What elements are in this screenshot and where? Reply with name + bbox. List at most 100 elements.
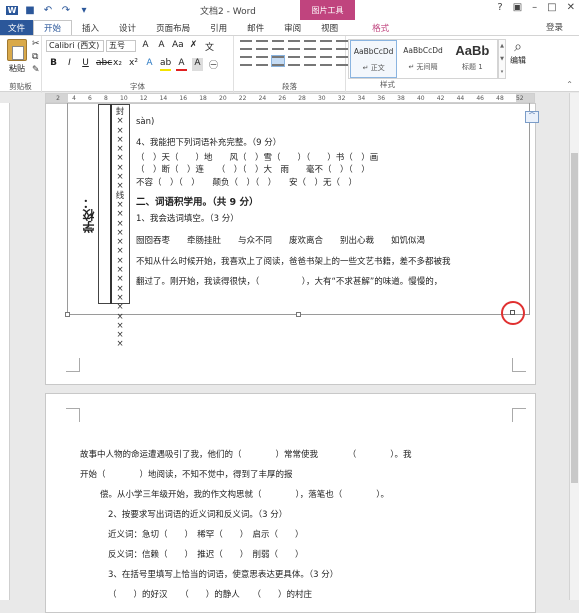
tab-format[interactable]: 格式 bbox=[362, 20, 399, 35]
tab-page-layout[interactable]: 页面布局 bbox=[146, 20, 200, 35]
enclose-char-icon[interactable]: ㊀ bbox=[208, 58, 219, 71]
ruler-tick: 16 bbox=[179, 95, 188, 102]
numbering-icon[interactable] bbox=[256, 40, 268, 50]
ruler-tick: 36 bbox=[377, 95, 386, 102]
ruler-tick: 48 bbox=[496, 95, 504, 102]
p2-line-3: 偿。从小学三年级开始，我的作文构思就（ ），落笔也（ ）。 bbox=[100, 490, 390, 500]
resize-handle-bottom[interactable] bbox=[296, 312, 301, 317]
redo-icon[interactable]: ↷ bbox=[60, 5, 72, 16]
grow-font-icon[interactable]: A bbox=[140, 40, 151, 53]
ruler-tick: 14 bbox=[159, 95, 168, 102]
tab-design[interactable]: 设计 bbox=[109, 20, 146, 35]
italic-icon[interactable]: I bbox=[64, 58, 75, 71]
vertical-ruler[interactable] bbox=[0, 103, 10, 600]
tab-references[interactable]: 引用 bbox=[200, 20, 237, 35]
justify-icon[interactable] bbox=[271, 55, 285, 67]
distribute-icon[interactable] bbox=[304, 56, 316, 66]
p2-line-1: 故事中人物的命运遭遇吸引了我，他们的（ ）常常使我 （ ）。我 bbox=[80, 450, 412, 460]
paste-button[interactable]: 粘贴 bbox=[4, 39, 30, 74]
superscript-icon[interactable]: x² bbox=[128, 58, 139, 71]
shrink-font-icon[interactable]: A bbox=[156, 40, 167, 53]
bold-icon[interactable]: B bbox=[48, 58, 59, 71]
highlight-icon[interactable]: ab bbox=[160, 58, 171, 71]
font-size-combo[interactable]: 五号 bbox=[106, 40, 136, 52]
style-no-spacing[interactable]: AaBbCcDd ↵ 无间隔 bbox=[399, 40, 446, 78]
tab-file[interactable]: 文件 bbox=[0, 20, 34, 35]
window-controls: ? ▣ – □ ✕ bbox=[497, 2, 575, 13]
cut-icon[interactable]: ✂ bbox=[32, 39, 40, 49]
corner-resize-handle[interactable] bbox=[510, 310, 515, 315]
ruler-tick: 8 bbox=[104, 95, 108, 102]
layout-options-button[interactable]: ⌒ bbox=[525, 111, 539, 123]
multilevel-list-icon[interactable] bbox=[272, 40, 284, 50]
section-2-heading: 二、词语积学用。（共 9 分） bbox=[136, 197, 259, 208]
style-normal-preview: AaBbCcDd bbox=[353, 47, 394, 56]
tab-review[interactable]: 审阅 bbox=[274, 20, 311, 35]
idiom-list: 囫囵吞枣 牵肠挂肚 与众不同 废欢离合 别出心裁 如饥似渴 bbox=[136, 236, 426, 246]
tab-insert[interactable]: 插入 bbox=[72, 20, 109, 35]
vertical-scrollbar[interactable] bbox=[569, 93, 579, 600]
bullets-icon[interactable] bbox=[240, 40, 252, 50]
ruler-tick: 6 bbox=[88, 95, 92, 102]
font-color-icon[interactable]: A bbox=[176, 58, 187, 71]
style-heading1-name: 标题 1 bbox=[462, 63, 483, 71]
style-heading1-preview: AaBb bbox=[455, 43, 490, 58]
q4-row-2: （ ）断（ ）连 （ ）（ ）大 雨 毫不（ ）（ ） bbox=[136, 165, 370, 175]
synonyms-row: 近义词：急切（ ） 稀罕（ ） 启示（ ） bbox=[108, 530, 304, 540]
ribbon-tabs: 文件 开始 插入 设计 页面布局 引用 邮件 审阅 视图 格式 登录 bbox=[0, 20, 579, 35]
minimize-icon[interactable]: – bbox=[532, 2, 537, 13]
ruler-tick: 4 bbox=[72, 95, 76, 102]
style-no-spacing-preview: AaBbCcDd bbox=[403, 46, 443, 55]
align-left-icon[interactable] bbox=[240, 56, 252, 66]
subscript-icon[interactable]: x₂ bbox=[112, 58, 123, 71]
resize-handle-bl[interactable] bbox=[65, 312, 70, 317]
clear-format-icon[interactable]: ✗ bbox=[188, 40, 199, 53]
font-group: Calibri (西文) 五号 A A Aa ✗ 文 B I U abc x₂ … bbox=[42, 36, 234, 93]
customize-qat-icon[interactable]: ▾ bbox=[78, 5, 90, 16]
ruler-tick: 46 bbox=[476, 95, 484, 102]
font-name-combo[interactable]: Calibri (西文) bbox=[46, 40, 104, 52]
school-label: 学校： bbox=[82, 197, 96, 233]
help-icon[interactable]: ? bbox=[497, 2, 502, 13]
ruler-tick: 22 bbox=[238, 95, 247, 102]
shading-icon[interactable] bbox=[336, 56, 348, 66]
increase-indent-icon[interactable] bbox=[304, 40, 316, 50]
chinese-layout-icon[interactable] bbox=[320, 40, 332, 50]
paste-icon bbox=[7, 39, 27, 61]
style-normal[interactable]: AaBbCcDd ↵ 正文 bbox=[350, 40, 398, 78]
format-painter-icon[interactable]: ✎ bbox=[32, 65, 40, 75]
decrease-indent-icon[interactable] bbox=[288, 40, 300, 50]
copy-icon[interactable]: ⧉ bbox=[32, 52, 38, 62]
scrollbar-thumb[interactable] bbox=[571, 153, 578, 483]
align-center-icon[interactable] bbox=[256, 56, 268, 66]
q4-row-1: （ ）天（ ）地 风（ ）雪（ ）（ ）书（ ）画 bbox=[136, 153, 379, 163]
maximize-icon[interactable]: □ bbox=[547, 2, 556, 13]
quick-access-toolbar: W ■ ↶ ↷ ▾ bbox=[0, 5, 90, 16]
tab-home[interactable]: 开始 bbox=[33, 20, 73, 35]
undo-icon[interactable]: ↶ bbox=[42, 5, 54, 16]
seal-text: 封××××××××线×××××××××××××××× bbox=[115, 107, 125, 350]
ruler-tick: 28 bbox=[298, 95, 306, 102]
change-case-icon[interactable]: Aa bbox=[172, 40, 184, 53]
login-link[interactable]: 登录 bbox=[546, 21, 563, 33]
align-right-icon[interactable] bbox=[288, 56, 300, 66]
underline-icon[interactable]: U bbox=[80, 58, 91, 71]
ribbon-display-icon[interactable]: ▣ bbox=[513, 2, 522, 13]
tab-view[interactable]: 视图 bbox=[311, 20, 348, 35]
sort-icon[interactable] bbox=[336, 40, 348, 50]
style-heading1[interactable]: AaBb 标题 1 bbox=[449, 40, 496, 78]
editing-button[interactable]: ⌕ 编辑 bbox=[504, 39, 532, 66]
text-effects-icon[interactable]: A bbox=[144, 58, 155, 71]
style-no-spacing-name: ↵ 无间隔 bbox=[408, 63, 438, 71]
passage-line-2: 翻过了。刚开始，我读得很快，（ ），大有“不求甚解”的味道。慢慢的， bbox=[136, 277, 443, 287]
collapse-ribbon-icon[interactable]: ⌃ bbox=[566, 80, 573, 89]
line-spacing-icon[interactable] bbox=[320, 56, 332, 66]
phonetic-guide-icon[interactable]: 文 bbox=[204, 40, 215, 53]
window-title: 文档2 - Word bbox=[200, 7, 256, 17]
horizontal-ruler[interactable]: 2 4 6 8 10 12 14 16 18 20 22 24 26 28 30 32 34 36 38 40 42 44… bbox=[45, 93, 535, 103]
char-shading-icon[interactable]: A bbox=[192, 58, 203, 71]
save-icon[interactable]: ■ bbox=[24, 5, 36, 16]
close-icon[interactable]: ✕ bbox=[567, 2, 575, 13]
strikethrough-icon[interactable]: abc bbox=[96, 58, 112, 71]
tab-mailings[interactable]: 邮件 bbox=[237, 20, 274, 35]
